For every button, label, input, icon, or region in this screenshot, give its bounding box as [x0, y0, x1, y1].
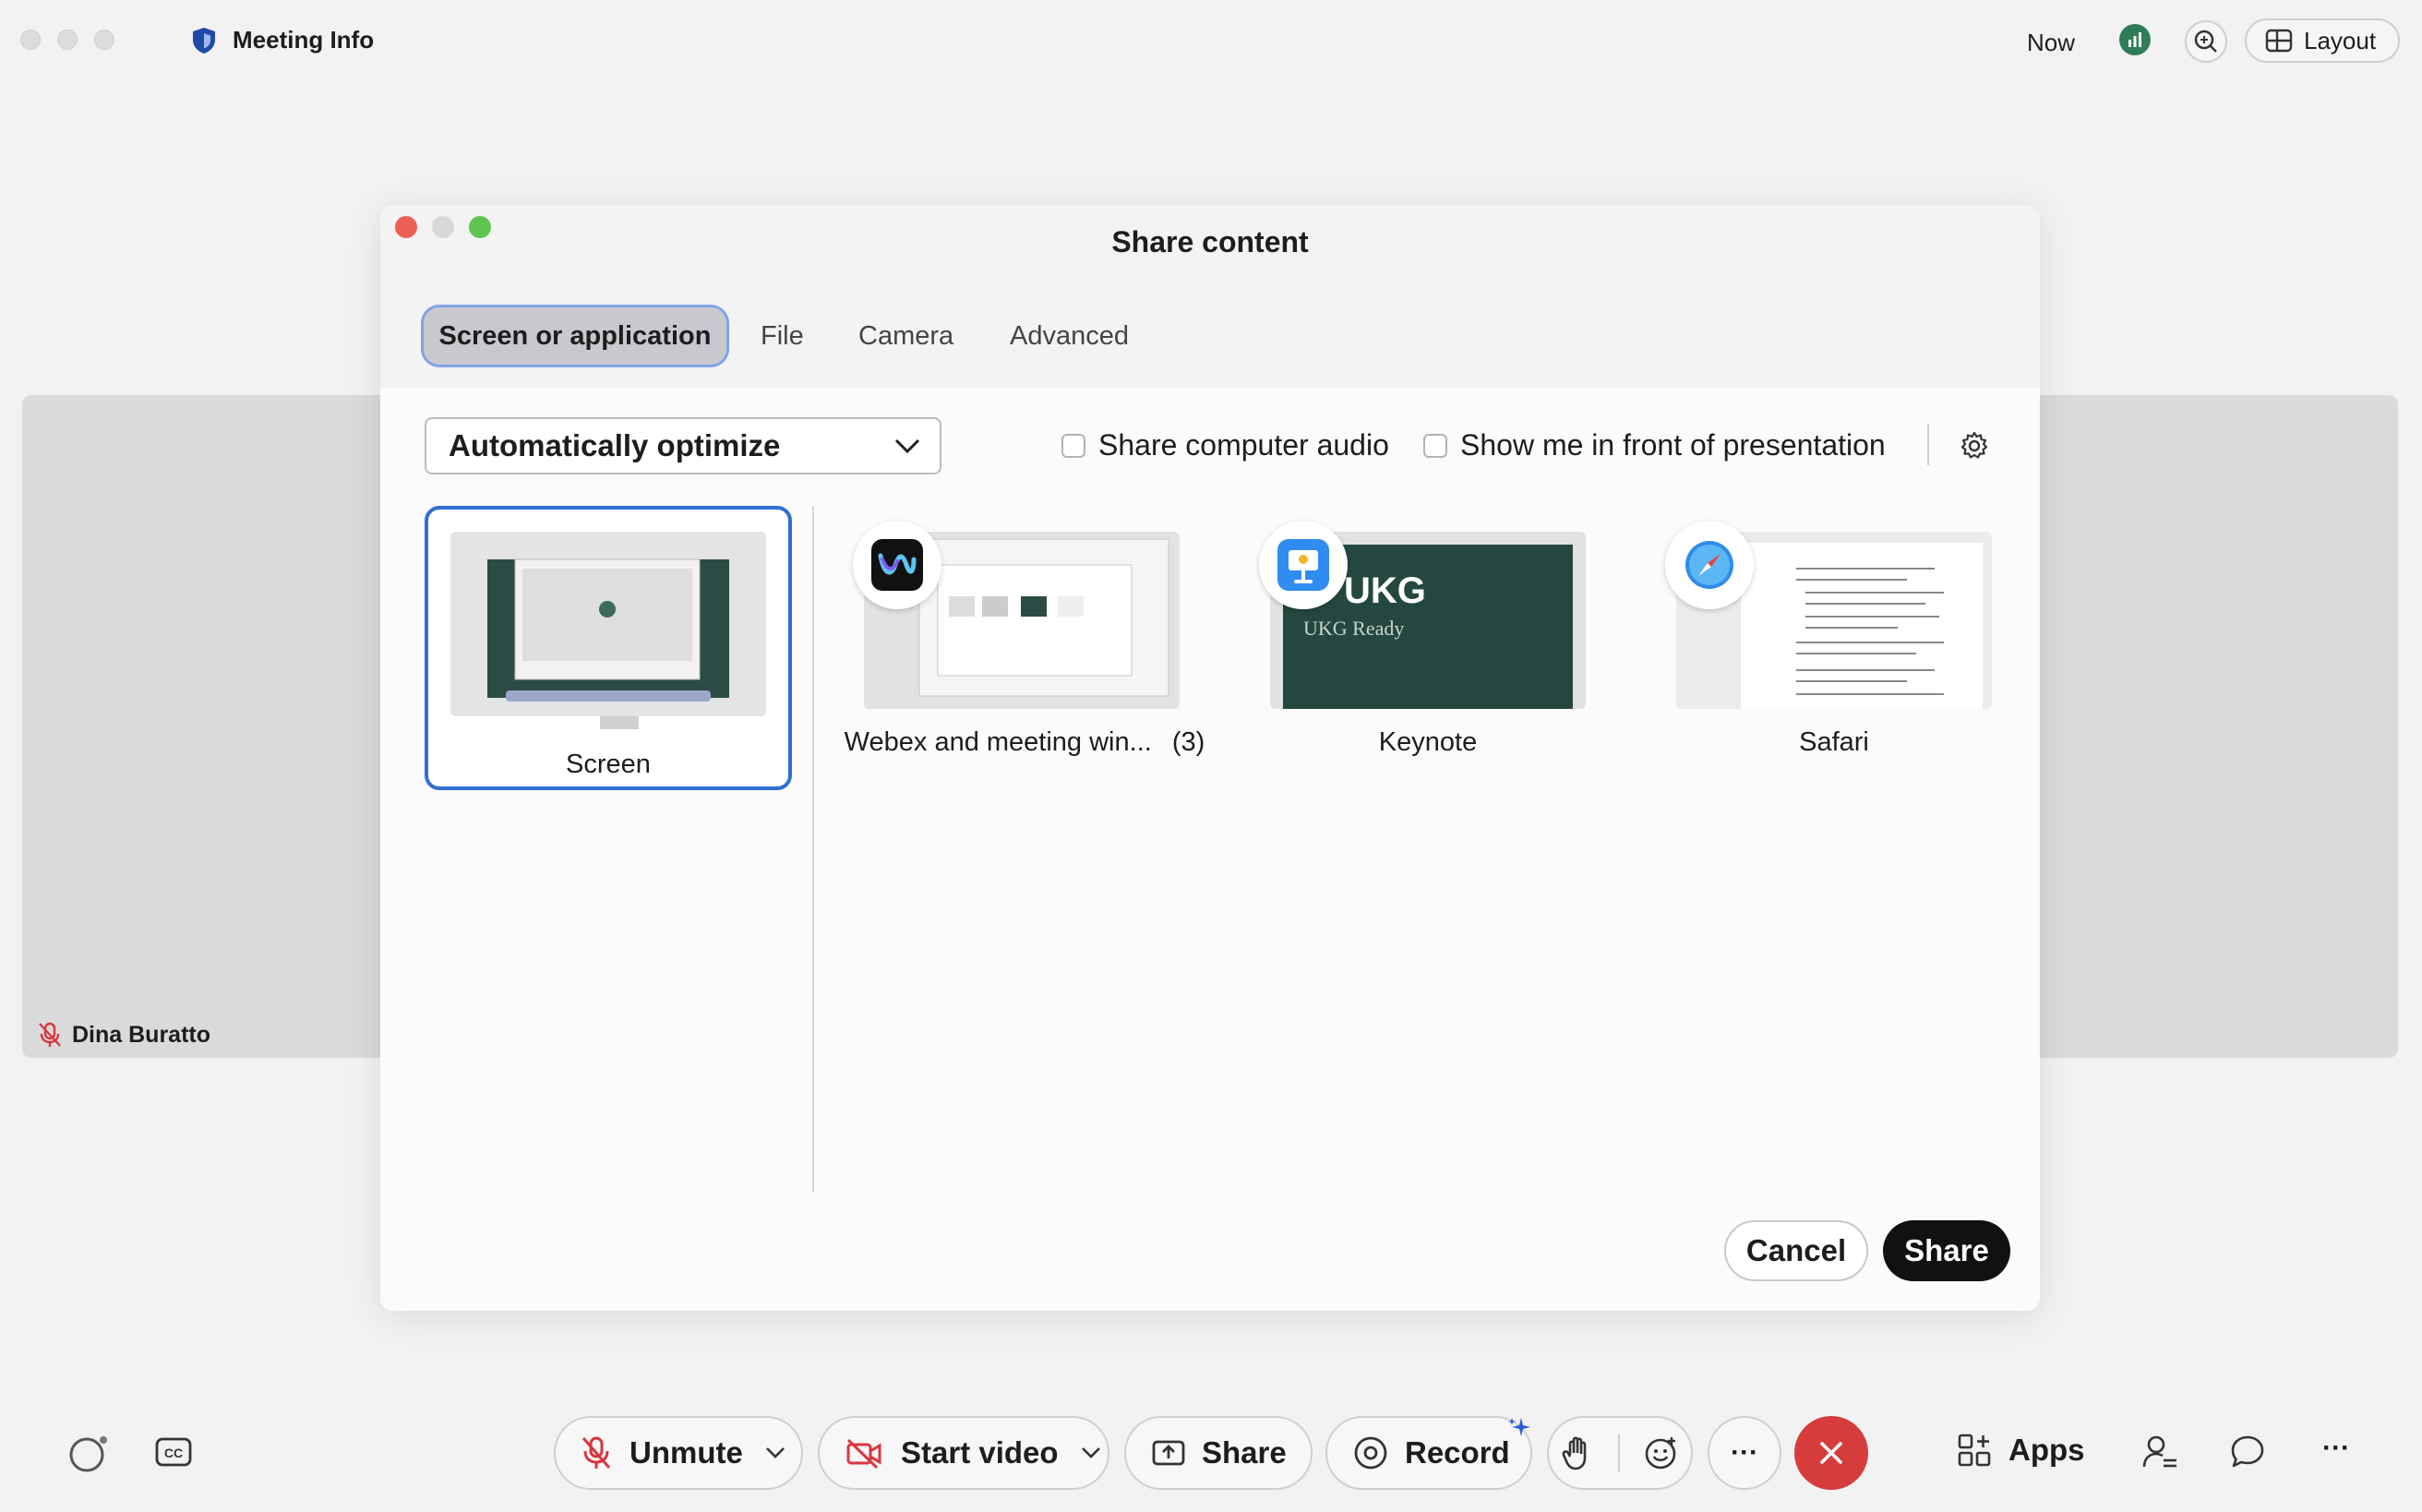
- end-call-button[interactable]: [1794, 1416, 1868, 1490]
- window-minimize-button[interactable]: [57, 30, 78, 50]
- unmute-button[interactable]: Unmute: [554, 1416, 803, 1490]
- share-audio-checkbox[interactable]: [1061, 434, 1085, 458]
- closed-captions-icon[interactable]: CC: [155, 1436, 192, 1468]
- shield-icon[interactable]: [190, 26, 218, 55]
- share-label: Share: [1202, 1435, 1287, 1470]
- gear-icon[interactable]: [1959, 430, 1990, 462]
- video-off-icon: [846, 1438, 881, 1469]
- dialog-title: Share content: [1111, 225, 1309, 258]
- network-signal-icon[interactable]: [2119, 24, 2151, 55]
- source-webex-count: (3): [1171, 727, 1205, 757]
- layout-label: Layout: [2304, 26, 2377, 54]
- reactions-separator: [1618, 1434, 1620, 1471]
- meeting-info-title[interactable]: Meeting Info: [233, 26, 374, 54]
- record-icon: [1354, 1436, 1387, 1470]
- meeting-time-label: Now: [2027, 29, 2076, 56]
- close-icon: [1820, 1442, 1842, 1464]
- tab-screen-or-application[interactable]: Screen or application: [421, 305, 729, 367]
- source-screen-label: Screen: [566, 750, 651, 779]
- keynote-app-icon: [1259, 521, 1348, 609]
- svg-text:CC: CC: [164, 1446, 183, 1460]
- tab-file[interactable]: File: [761, 305, 804, 367]
- show-me-checkbox[interactable]: [1423, 434, 1447, 458]
- chevron-down-icon[interactable]: [765, 1446, 785, 1459]
- cancel-button[interactable]: Cancel: [1724, 1220, 1868, 1281]
- unmute-label: Unmute: [629, 1435, 743, 1470]
- monitor-stand: [600, 716, 639, 729]
- zoom-button[interactable]: [2185, 20, 2227, 63]
- sparkle-icon: [1506, 1416, 1532, 1442]
- layout-grid-icon: [2265, 29, 2293, 53]
- window-close-button[interactable]: [20, 30, 41, 50]
- source-safari-label: Safari: [1799, 727, 1869, 757]
- source-keynote-label: Keynote: [1378, 727, 1478, 757]
- status-ring-icon[interactable]: [66, 1433, 111, 1475]
- optimize-select-value: Automatically optimize: [449, 428, 781, 462]
- chat-icon[interactable]: [2230, 1434, 2265, 1470]
- record-label: Record: [1405, 1435, 1510, 1470]
- apps-label: Apps: [2008, 1433, 2085, 1467]
- keynote-slide-subtitle: UKG Ready: [1303, 617, 1405, 640]
- participant-name: Dina Buratto: [72, 1021, 210, 1048]
- sources-divider: [812, 506, 814, 1193]
- apps-button[interactable]: Apps: [1957, 1433, 2085, 1468]
- magnifier-plus-icon: [2194, 30, 2217, 53]
- record-button[interactable]: Record: [1325, 1416, 1532, 1490]
- source-webex-name: Webex and meeting win...: [844, 727, 1152, 757]
- layout-button[interactable]: Layout: [2245, 18, 2400, 63]
- webex-app-icon: [853, 521, 941, 609]
- chevron-down-icon: [894, 438, 920, 454]
- share-audio-label[interactable]: Share computer audio: [1098, 428, 1389, 462]
- screen-preview-thumbnail: [450, 532, 766, 716]
- safari-app-icon: [1665, 521, 1754, 609]
- source-webex-label: Webex and meeting win... (3): [831, 727, 1218, 758]
- keynote-slide-title: UKG: [1344, 570, 1426, 611]
- start-video-button[interactable]: Start video: [818, 1416, 1109, 1490]
- share-button[interactable]: Share: [1124, 1416, 1313, 1490]
- chevron-down-icon[interactable]: [1081, 1446, 1101, 1459]
- participant-name-tag: Dina Buratto: [37, 1021, 210, 1049]
- emoji-reaction-icon[interactable]: [1644, 1435, 1679, 1470]
- show-me-label[interactable]: Show me in front of presentation: [1460, 428, 1886, 462]
- start-video-label: Start video: [901, 1435, 1059, 1470]
- optimize-select[interactable]: Automatically optimize: [425, 417, 941, 474]
- share-confirm-button[interactable]: Share: [1883, 1220, 2010, 1281]
- share-screen-icon: [1152, 1440, 1185, 1466]
- apps-grid-icon: [1958, 1434, 1991, 1467]
- participants-icon[interactable]: [2141, 1434, 2178, 1470]
- window-zoom-button[interactable]: [94, 30, 114, 50]
- muted-mic-icon: [582, 1436, 611, 1469]
- reactions-group: [1547, 1416, 1693, 1490]
- muted-mic-icon: [39, 1022, 61, 1047]
- overflow-menu-button[interactable]: ···: [2322, 1433, 2350, 1464]
- tab-camera[interactable]: Camera: [858, 305, 953, 367]
- raise-hand-icon[interactable]: [1561, 1434, 1594, 1471]
- options-separator: [1927, 425, 1929, 465]
- more-options-button[interactable]: ···: [1708, 1416, 1781, 1490]
- tab-advanced[interactable]: Advanced: [1010, 305, 1129, 367]
